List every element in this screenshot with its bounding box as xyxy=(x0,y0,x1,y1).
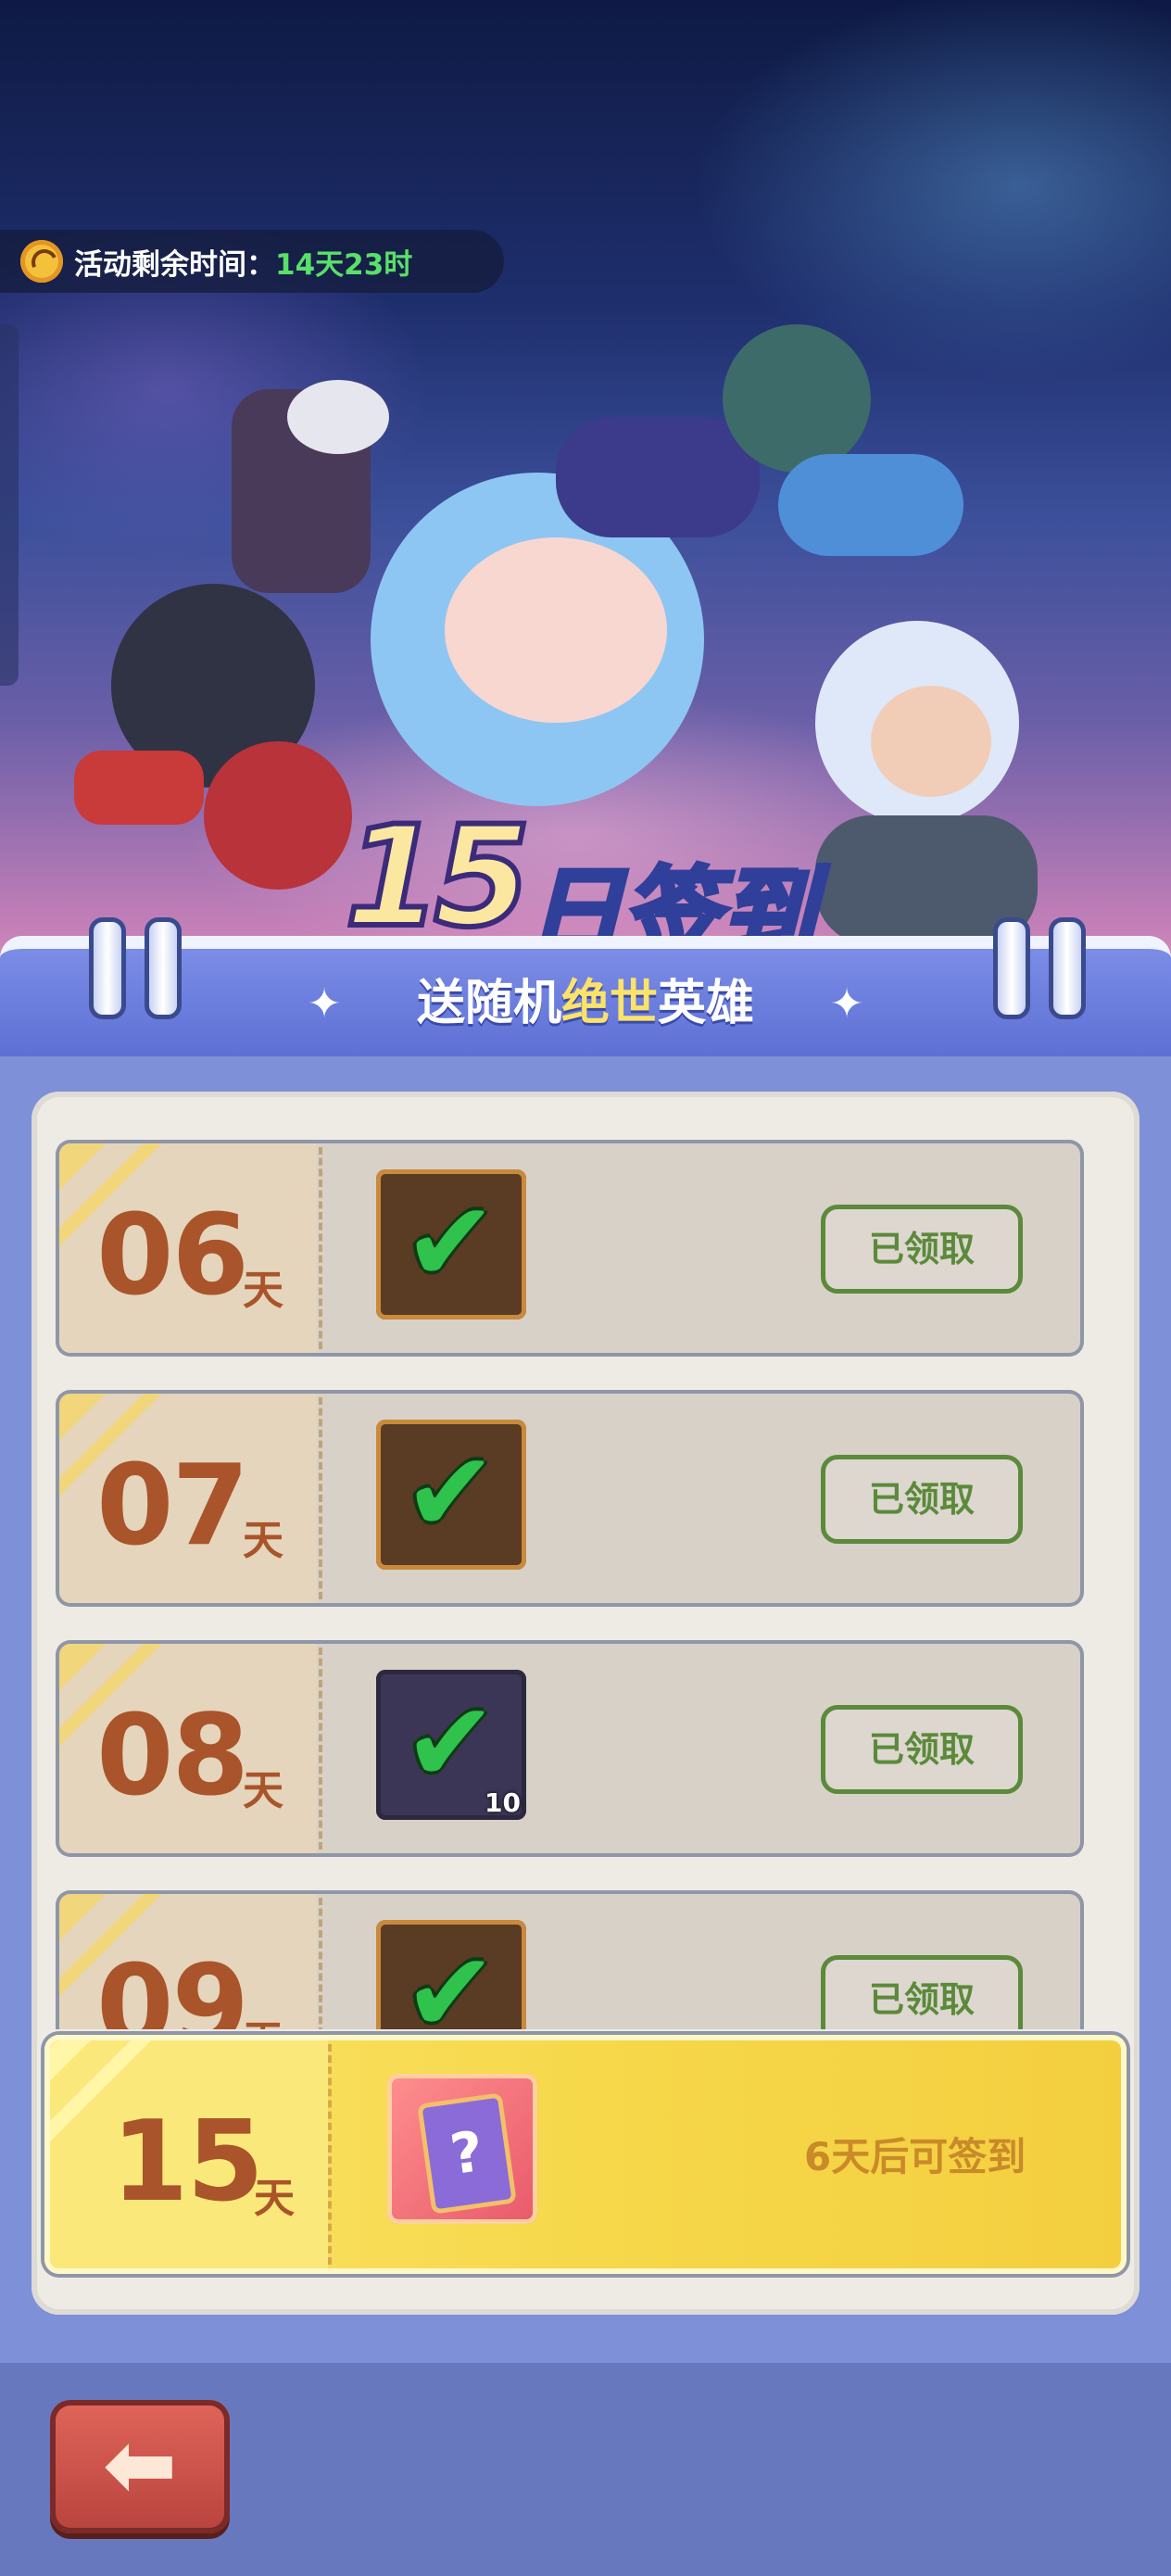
checkmark-icon: ✔ xyxy=(403,1679,497,1808)
banner-subtitle: 送随机绝世英雄 xyxy=(0,964,1171,1033)
day-unit: 天 xyxy=(243,1767,283,1814)
day-number: 09 xyxy=(96,1942,249,2029)
day-box: 06 天 xyxy=(59,1143,317,1353)
day-number: 08 xyxy=(96,1692,249,1821)
row-divider xyxy=(319,1648,322,1850)
clock-icon xyxy=(20,240,63,283)
day-number: 15 xyxy=(111,2098,264,2227)
row-divider xyxy=(319,1898,322,2029)
signin-row-day-09: 09 天 ✔ 已领取 xyxy=(56,1890,1084,2029)
day-box: 15 天 xyxy=(50,2040,328,2268)
reward-item[interactable]: ✔ xyxy=(376,1920,526,2029)
pending-status: 6天后可签到 xyxy=(804,2134,1026,2179)
subtitle-post: 英雄 xyxy=(658,976,755,1031)
row-divider xyxy=(328,2044,332,2265)
checkmark-icon: ✔ xyxy=(403,1179,497,1307)
claimed-badge: 已领取 xyxy=(821,1205,1023,1294)
day-unit: 天 xyxy=(243,1517,283,1564)
signin-row-day-06: 06 天 ✔ 已领取 xyxy=(56,1140,1084,1357)
signin-row-day-07: 07 天 ✔ 已领取 xyxy=(56,1390,1084,1607)
day-box: 07 天 xyxy=(59,1394,317,1603)
mystery-card-icon[interactable]: ? xyxy=(387,2074,537,2224)
question-card: ? xyxy=(417,2092,517,2215)
checkmark-icon: ✔ xyxy=(403,1429,497,1558)
row-divider xyxy=(319,1147,322,1349)
side-drawer-tab[interactable] xyxy=(0,324,19,686)
claimed-badge: 已领取 xyxy=(821,1455,1023,1544)
banner-title-number: 15 xyxy=(342,794,534,961)
day-unit: 天 xyxy=(243,2007,283,2029)
signin-row-day-15: 15 天 ? 6天后可签到 xyxy=(44,2035,1127,2274)
day-number: 06 xyxy=(96,1192,249,1320)
signin-row-day-08: 08 天 ✔ 10 已领取 xyxy=(56,1640,1084,1857)
subtitle-highlight: 绝世 xyxy=(560,976,658,1031)
item-quantity: 10 xyxy=(485,1787,521,1818)
timer-label: 活动剩余时间： xyxy=(74,247,275,282)
checkmark-icon: ✔ xyxy=(403,1929,497,2030)
claimed-badge: 已领取 xyxy=(821,1705,1023,1794)
signin-list[interactable]: 06 天 ✔ 已领取 07 天 ✔ 已领取 08 天 ✔ 10 已领取 09 天 xyxy=(52,1112,1097,2029)
back-button[interactable]: ⬅ xyxy=(50,2400,230,2533)
timer-value: 14天23时 xyxy=(275,247,413,282)
reward-item[interactable]: ✔ xyxy=(376,1169,526,1320)
subtitle-pre: 送随机 xyxy=(416,976,561,1031)
day-unit: 天 xyxy=(243,1267,283,1314)
day-number: 07 xyxy=(96,1442,249,1571)
day-box: 08 天 xyxy=(59,1644,317,1853)
claimed-badge: 已领取 xyxy=(821,1955,1023,2029)
reward-item[interactable]: ✔ 10 xyxy=(376,1670,526,1820)
row-divider xyxy=(319,1397,322,1599)
reward-item[interactable]: ✔ xyxy=(376,1420,526,1570)
back-arrow-icon: ⬅ xyxy=(102,2413,178,2517)
day-unit: 天 xyxy=(254,2175,295,2222)
day-box: 09 天 xyxy=(59,1894,317,2029)
event-timer: 活动剩余时间： 14天23时 xyxy=(0,230,504,293)
